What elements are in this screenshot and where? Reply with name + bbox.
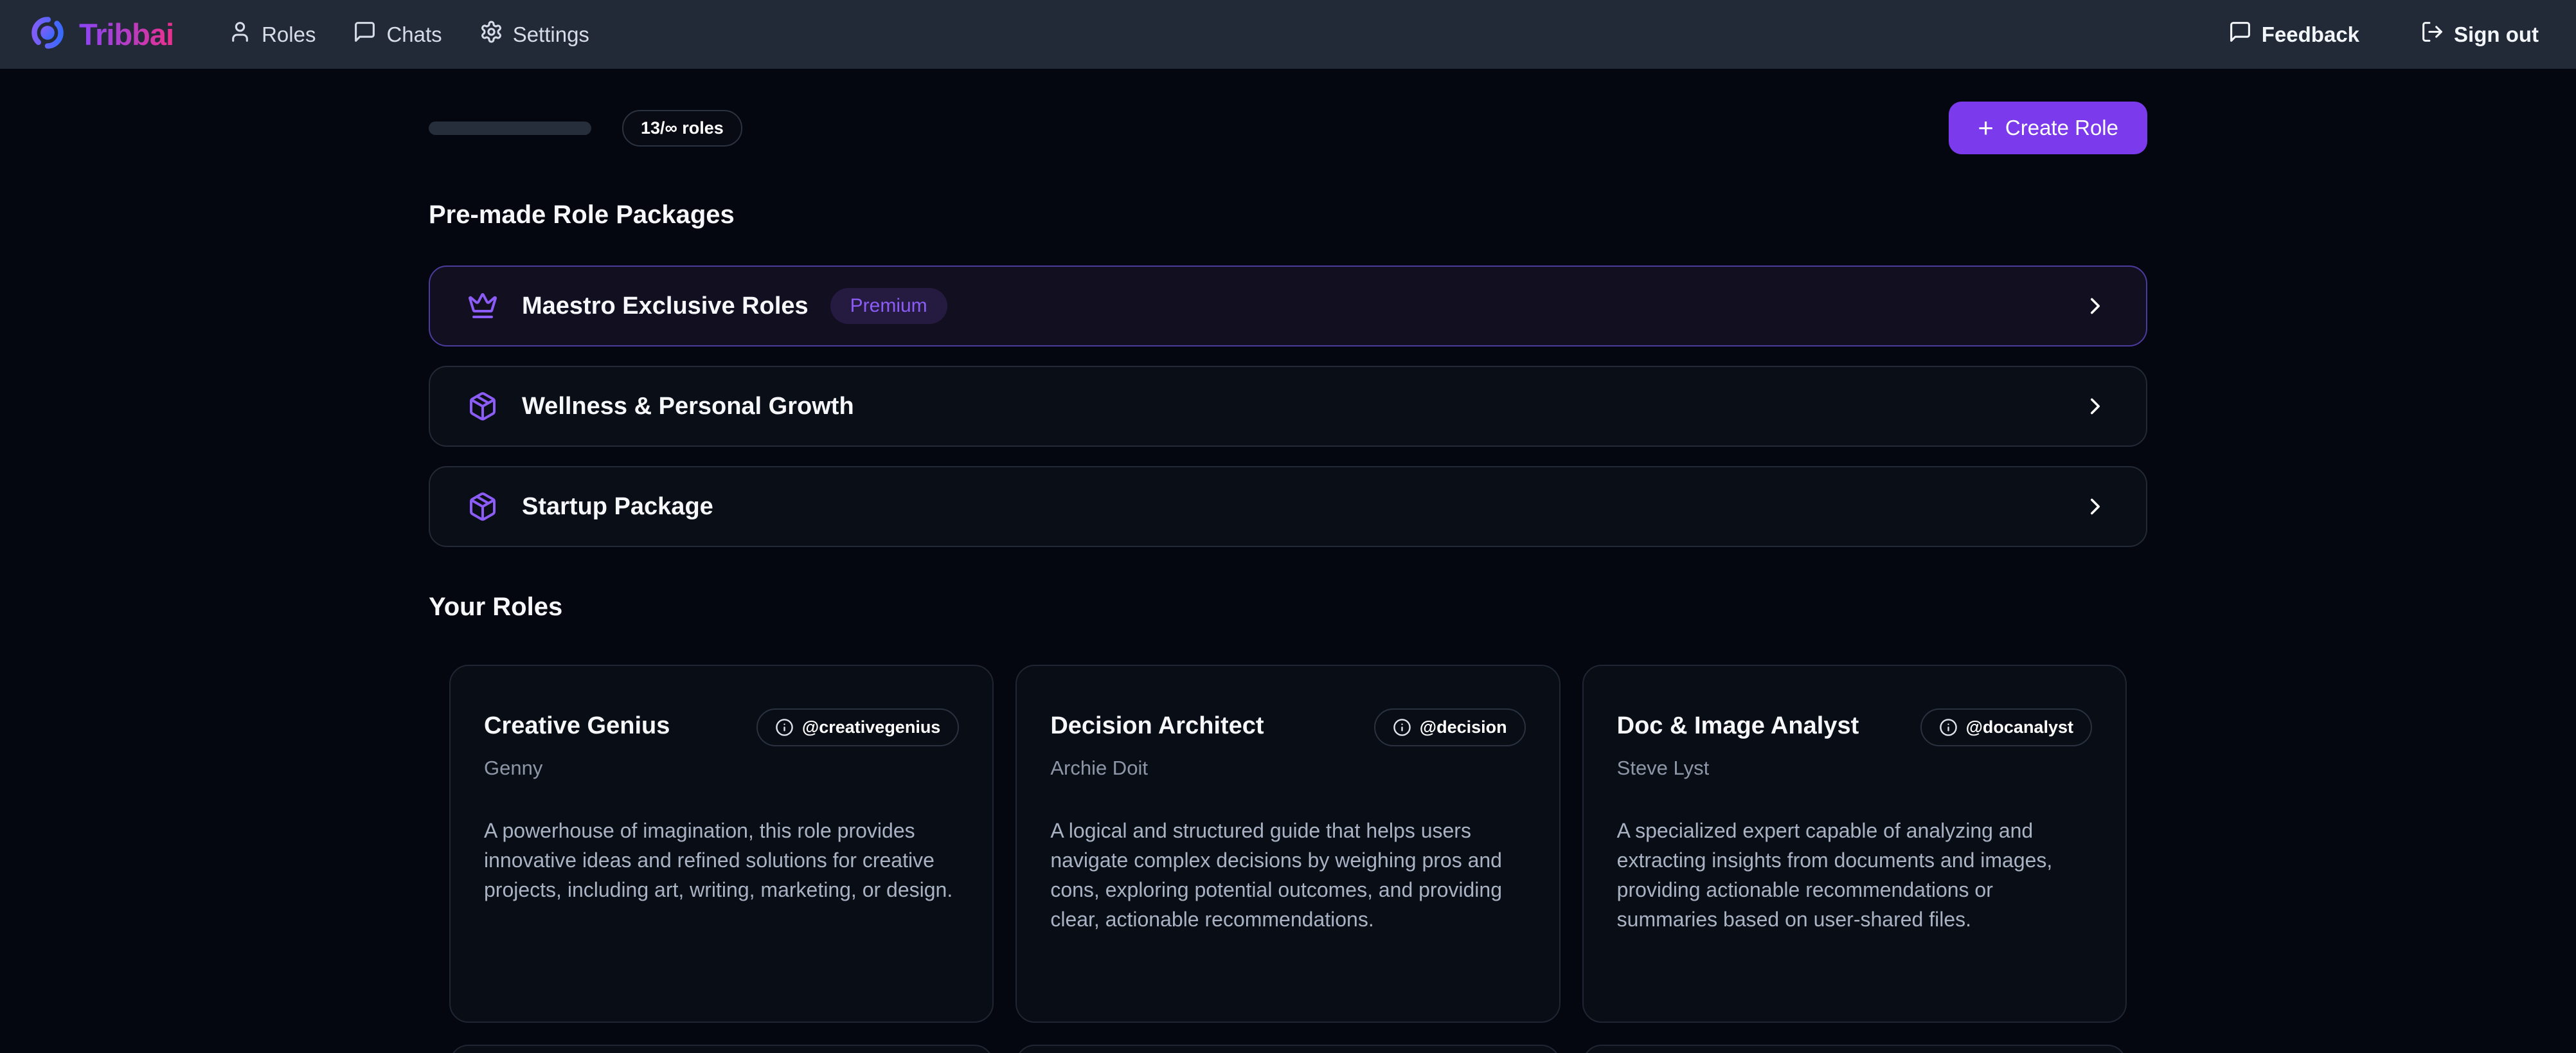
chevron-right-icon xyxy=(2082,493,2109,520)
nav-item-label: Settings xyxy=(513,22,589,47)
role-handle: @creativegenius xyxy=(802,717,940,737)
role-subtitle: Archie Doit xyxy=(1050,757,1525,780)
role-card-partial[interactable] xyxy=(1582,1045,2127,1053)
role-card-decision-architect[interactable]: Decision Architect @decision Archie Doit… xyxy=(1015,665,1560,1023)
feedback-button[interactable]: Feedback xyxy=(2228,20,2359,49)
roles-count-badge: 13/∞ roles xyxy=(622,110,742,147)
role-subtitle: Genny xyxy=(484,757,959,780)
packages-heading: Pre-made Role Packages xyxy=(429,201,2147,230)
roles-grid: Creative Genius @creativegenius Genny A … xyxy=(449,665,2127,1053)
premium-badge: Premium xyxy=(830,288,947,324)
info-icon xyxy=(1393,718,1411,737)
nav-item-label: Chats xyxy=(386,22,442,47)
brand[interactable]: Tribbai xyxy=(29,14,174,55)
plus-icon: + xyxy=(1978,114,1994,141)
package-title: Maestro Exclusive Roles xyxy=(522,292,809,320)
primary-nav: Roles Chats Settings xyxy=(228,20,589,49)
card-header: Decision Architect @decision xyxy=(1050,712,1525,746)
package-title: Wellness & Personal Growth xyxy=(522,393,854,420)
package-row-startup[interactable]: Startup Package xyxy=(429,466,2147,547)
sign-out-icon xyxy=(2420,20,2444,49)
roles-toolbar: 13/∞ roles + Create Role xyxy=(429,102,2147,154)
sign-out-button[interactable]: Sign out xyxy=(2420,20,2539,49)
role-handle-badge[interactable]: @decision xyxy=(1374,708,1526,746)
role-description: A logical and structured guide that help… xyxy=(1050,816,1525,934)
create-role-button[interactable]: + Create Role xyxy=(1949,102,2147,154)
secondary-nav: Feedback Sign out xyxy=(2228,20,2539,49)
package-title: Startup Package xyxy=(522,493,713,521)
your-roles-heading: Your Roles xyxy=(429,593,2147,622)
role-card-partial[interactable] xyxy=(449,1045,994,1053)
role-handle: @docanalyst xyxy=(1966,717,2073,737)
role-subtitle: Steve Lyst xyxy=(1617,757,2092,780)
gear-icon xyxy=(479,20,503,49)
role-card-doc-image-analyst[interactable]: Doc & Image Analyst @docanalyst Steve Ly… xyxy=(1582,665,2127,1023)
user-icon xyxy=(228,20,252,49)
role-title: Decision Architect xyxy=(1050,712,1264,740)
chat-bubble-icon xyxy=(2228,20,2252,49)
nav-item-settings[interactable]: Settings xyxy=(479,20,589,49)
chat-bubble-icon xyxy=(353,20,377,49)
chevron-right-icon xyxy=(2082,292,2109,320)
tribbai-logo-icon xyxy=(29,14,66,55)
info-icon xyxy=(1939,718,1958,737)
crown-icon xyxy=(467,291,498,321)
role-handle-badge[interactable]: @docanalyst xyxy=(1920,708,2092,746)
package-row-wellness[interactable]: Wellness & Personal Growth xyxy=(429,366,2147,447)
roles-progress-bar xyxy=(429,122,591,135)
nav-item-roles[interactable]: Roles xyxy=(228,20,316,49)
package-icon xyxy=(467,491,498,522)
feedback-label: Feedback xyxy=(2262,22,2359,47)
nav-item-chats[interactable]: Chats xyxy=(353,20,442,49)
role-handle-badge[interactable]: @creativegenius xyxy=(756,708,959,746)
chevron-right-icon xyxy=(2082,393,2109,420)
role-card-creative-genius[interactable]: Creative Genius @creativegenius Genny A … xyxy=(449,665,994,1023)
role-description: A specialized expert capable of analyzin… xyxy=(1617,816,2092,934)
card-header: Doc & Image Analyst @docanalyst xyxy=(1617,712,2092,746)
main-content: 13/∞ roles + Create Role Pre-made Role P… xyxy=(429,69,2147,1053)
package-icon xyxy=(467,391,498,422)
role-title: Creative Genius xyxy=(484,712,670,740)
role-handle: @decision xyxy=(1420,717,1507,737)
info-icon xyxy=(775,718,794,737)
package-row-maestro[interactable]: Maestro Exclusive Roles Premium xyxy=(429,266,2147,346)
role-card-partial[interactable] xyxy=(1015,1045,1560,1053)
create-role-label: Create Role xyxy=(2005,116,2118,140)
top-navbar: Tribbai Roles Chats xyxy=(0,0,2576,69)
role-title: Doc & Image Analyst xyxy=(1617,712,1859,740)
brand-name: Tribbai xyxy=(79,17,174,52)
sign-out-label: Sign out xyxy=(2454,22,2539,47)
card-header: Creative Genius @creativegenius xyxy=(484,712,959,746)
nav-item-label: Roles xyxy=(262,22,316,47)
role-description: A powerhouse of imagination, this role p… xyxy=(484,816,959,905)
